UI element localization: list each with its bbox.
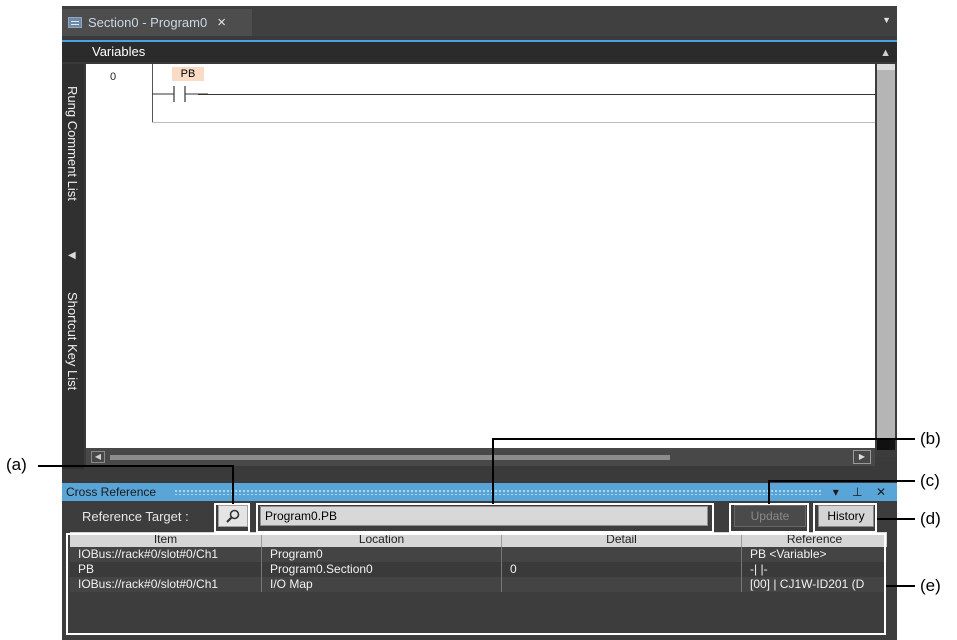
callout-label-e: (e) xyxy=(920,576,941,595)
cross-reference-title: Cross Reference xyxy=(66,485,157,499)
leader-c-drop xyxy=(768,480,770,504)
side-panel-tabs: Rung Comment List ◀ Shortcut Key List xyxy=(62,64,84,469)
rung-wire xyxy=(198,94,875,95)
horizontal-scroll-thumb[interactable] xyxy=(110,455,670,460)
leader-d xyxy=(877,518,915,520)
contact-variable-label[interactable]: PB xyxy=(172,67,204,81)
leader-e xyxy=(886,585,915,587)
callout-label-d: (d) xyxy=(920,509,941,528)
editor-tab-title: Section0 - Program0 xyxy=(88,15,208,30)
leader-b xyxy=(492,438,915,440)
ladder-program-icon xyxy=(68,17,82,28)
vertical-scroll-thumb[interactable] xyxy=(877,70,895,438)
tab-list-dropdown-icon[interactable]: ▼ xyxy=(882,15,891,25)
rung-number: 0 xyxy=(110,71,117,83)
variables-label: Variables xyxy=(92,44,146,59)
callout-box-c xyxy=(729,503,809,533)
collapse-up-icon[interactable]: ▲ xyxy=(880,44,891,63)
editor-tab-section0[interactable]: Section0 - Program0 × xyxy=(62,9,252,36)
callout-label-c: (c) xyxy=(920,471,940,490)
callout-box-b xyxy=(256,503,714,533)
variables-bar[interactable]: Variables ▲ xyxy=(62,40,897,62)
callout-box-d xyxy=(813,503,877,533)
rung-comment-list-tab[interactable]: Rung Comment List xyxy=(65,86,80,201)
scroll-left-icon[interactable]: ◀ xyxy=(91,451,105,463)
scroll-right-icon[interactable]: ▶ xyxy=(853,450,871,464)
reference-target-label: Reference Target : xyxy=(82,509,189,524)
expand-left-icon[interactable]: ◀ xyxy=(68,250,76,261)
rung-separator xyxy=(152,122,875,123)
pane-window-controls[interactable]: ▾ ⊥ ✕ xyxy=(833,483,891,501)
callout-box-e xyxy=(66,533,886,635)
editor-tab-bar: Section0 - Program0 × ▼ xyxy=(62,6,897,36)
leader-a xyxy=(38,465,234,467)
callout-box-a xyxy=(214,503,250,533)
leader-c xyxy=(768,480,915,482)
title-grip xyxy=(174,489,822,495)
callout-label-a: (a) xyxy=(6,455,27,474)
tab-close-icon[interactable]: × xyxy=(217,14,226,31)
callout-label-b: (b) xyxy=(920,429,941,448)
horizontal-scrollbar[interactable]: ◀ ▶ xyxy=(86,448,875,466)
cross-reference-title-bar: Cross Reference ▾ ⊥ ✕ xyxy=(62,483,897,501)
ladder-editor[interactable]: 0 PB xyxy=(86,64,875,457)
shortcut-key-list-tab[interactable]: Shortcut Key List xyxy=(65,292,80,390)
vertical-scrollbar[interactable] xyxy=(875,64,897,457)
leader-b-drop xyxy=(492,438,494,504)
leader-a-drop xyxy=(232,465,234,504)
